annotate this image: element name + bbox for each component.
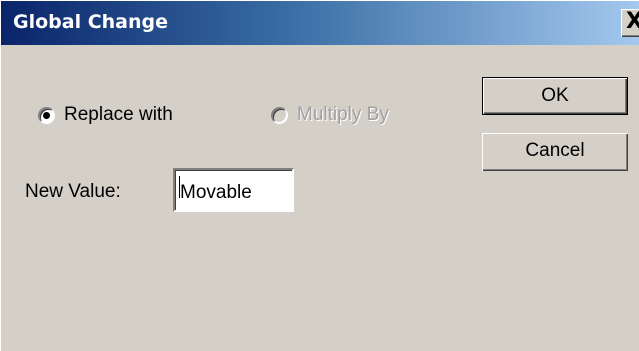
multiply-by-radio: [271, 106, 288, 124]
multiply-by-option: Multiply By: [271, 104, 389, 126]
new-value-input[interactable]: [173, 168, 294, 212]
replace-with-label: Replace with: [64, 104, 173, 125]
replace-with-radio[interactable]: [38, 106, 55, 124]
radio-selected-dot: [43, 111, 50, 119]
new-value-label: New Value:: [25, 181, 121, 202]
ok-button[interactable]: OK: [482, 77, 628, 115]
multiply-by-label: Multiply By: [297, 104, 389, 125]
global-change-dialog: Global Change X Replace with Multiply By…: [0, 0, 639, 351]
title-bar[interactable]: Global Change X: [1, 1, 639, 45]
cancel-button[interactable]: Cancel: [482, 133, 628, 171]
close-button[interactable]: X: [621, 9, 639, 37]
text-caret: [179, 176, 180, 198]
dialog-title: Global Change: [13, 11, 169, 33]
close-icon: X: [626, 9, 639, 34]
replace-with-option[interactable]: Replace with: [38, 104, 173, 126]
